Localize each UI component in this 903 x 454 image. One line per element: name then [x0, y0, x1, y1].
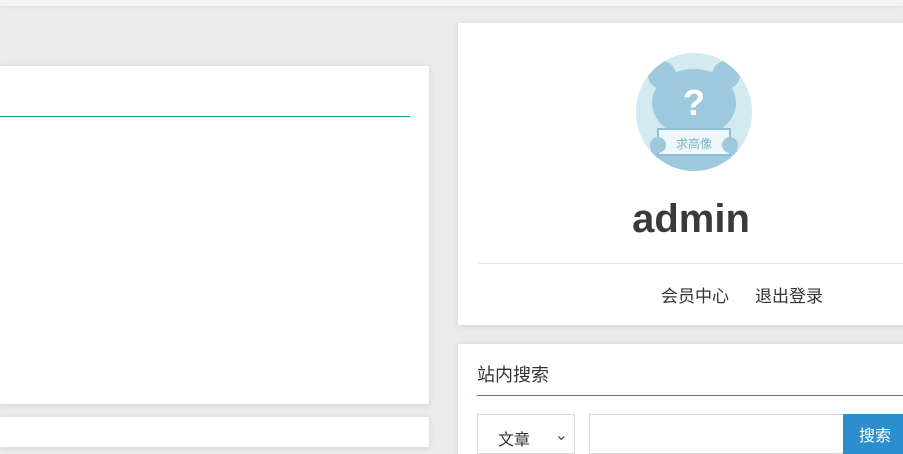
user-links: 会员中心 退出登录	[458, 282, 903, 307]
content-title-underline	[0, 116, 410, 117]
top-header-strip	[0, 0, 903, 6]
secondary-content-card	[0, 417, 429, 447]
profile-divider	[478, 263, 903, 264]
search-button[interactable]: 搜索	[843, 414, 903, 454]
site-search-card: 站内搜索 文章 ⌄ 搜索	[458, 344, 903, 454]
search-type-value: 文章	[498, 430, 531, 449]
avatar: ? 求高像	[636, 53, 752, 171]
username: admin	[632, 197, 750, 241]
search-title-underline	[477, 395, 903, 396]
member-center-link[interactable]: 会员中心	[661, 287, 729, 307]
svg-text:?: ?	[683, 82, 705, 123]
default-avatar-bear-icon: ?	[636, 53, 752, 171]
search-panel-title: 站内搜索	[477, 365, 549, 386]
search-input[interactable]	[589, 414, 845, 454]
user-profile-card: ? 求高像 admin 会员中心 退出登录	[458, 23, 903, 325]
main-content-card	[0, 66, 429, 404]
avatar-sign-text: 求高像	[675, 137, 712, 151]
search-type-select[interactable]: 文章 ⌄	[477, 414, 575, 454]
chevron-down-icon: ⌄	[554, 425, 568, 444]
logout-link[interactable]: 退出登录	[755, 287, 823, 307]
